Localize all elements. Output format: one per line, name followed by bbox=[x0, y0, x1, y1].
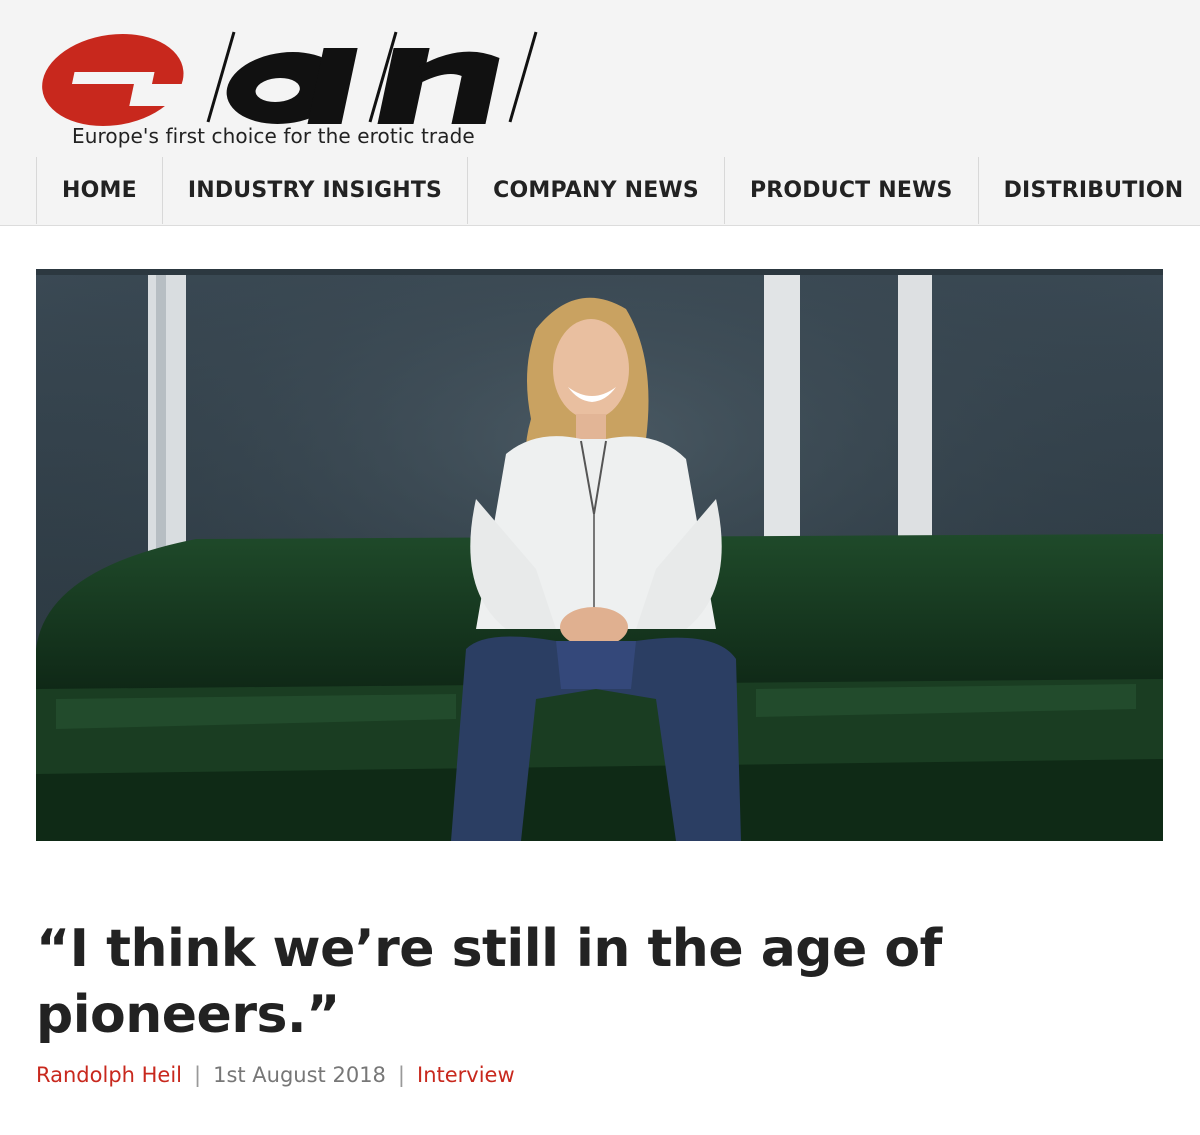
logo-slash bbox=[206, 31, 236, 123]
site-tagline: Europe's first choice for the erotic tra… bbox=[72, 124, 475, 148]
article-hero-image[interactable] bbox=[36, 269, 1163, 841]
site-logo[interactable] bbox=[38, 18, 538, 128]
logo-letter-n bbox=[377, 48, 500, 124]
logo-slash bbox=[508, 31, 538, 123]
meta-separator: | bbox=[194, 1063, 202, 1087]
article-title: “I think we’re still in the age of pione… bbox=[36, 919, 942, 1045]
category-link[interactable]: Interview bbox=[417, 1063, 515, 1087]
nav-item-product-news[interactable]: PRODUCT NEWS bbox=[723, 157, 978, 224]
nav-item-company-news[interactable]: COMPANY NEWS bbox=[467, 157, 724, 224]
ean-logo-graphic bbox=[42, 31, 538, 126]
meta-separator: | bbox=[397, 1063, 405, 1087]
logo-letter-a bbox=[226, 48, 358, 124]
article-meta: Randolph Heil | 1st August 2018 | Interv… bbox=[36, 1063, 515, 1087]
nav-item-industry-insights[interactable]: INDUSTRY INSIGHTS bbox=[161, 157, 467, 224]
site-header: Europe's first choice for the erotic tra… bbox=[0, 0, 1200, 226]
hero-photo bbox=[36, 269, 1163, 841]
main-nav: HOME INDUSTRY INSIGHTS COMPANY NEWS PROD… bbox=[36, 157, 1200, 224]
logo-letter-e bbox=[42, 34, 194, 126]
author-link[interactable]: Randolph Heil bbox=[36, 1063, 182, 1087]
nav-item-distribution[interactable]: DISTRIBUTION bbox=[977, 157, 1200, 224]
nav-item-home[interactable]: HOME bbox=[36, 157, 162, 224]
publish-date: 1st August 2018 bbox=[213, 1063, 386, 1087]
